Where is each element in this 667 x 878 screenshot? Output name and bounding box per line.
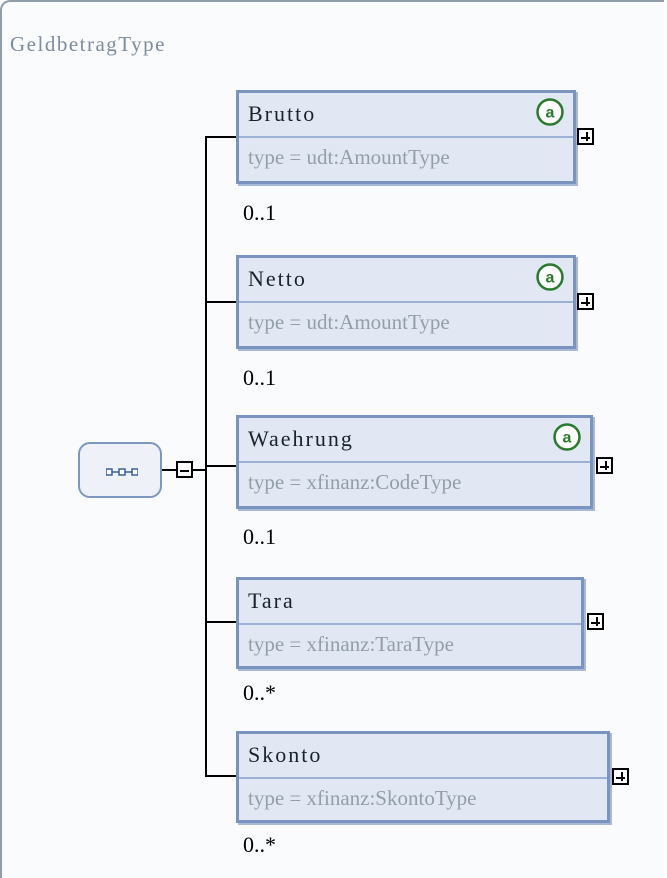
branch-line-waehrung — [205, 465, 236, 467]
sequence-trunk-line — [205, 136, 207, 777]
plus-box-icon — [604, 461, 607, 470]
element-name: Skonto — [248, 742, 323, 767]
element-name: Netto — [248, 266, 307, 291]
element-name: Brutto — [248, 101, 317, 126]
element-divider — [239, 301, 573, 303]
svg-text:a: a — [546, 105, 555, 122]
element-waehrung[interactable]: Waehrung a type = xfinanz:CodeType — [236, 415, 593, 509]
expand-brutto-toggle[interactable] — [577, 128, 594, 145]
element-netto[interactable]: Netto a type = udt:AmountType — [236, 255, 576, 349]
type-title: GeldbetragType — [10, 32, 166, 56]
element-name: Waehrung — [248, 426, 354, 451]
element-divider — [239, 623, 581, 625]
plus-box-icon — [620, 772, 623, 781]
element-type: type = xfinanz:SkontoType — [248, 786, 477, 810]
element-tara[interactable]: Tara type = xfinanz:TaraType — [236, 577, 584, 669]
cardinality-netto: 0..1 — [243, 365, 276, 390]
element-divider — [239, 461, 590, 463]
expand-waehrung-toggle[interactable] — [596, 457, 613, 474]
branch-line-netto — [205, 301, 236, 303]
element-type: type = xfinanz:TaraType — [248, 632, 454, 656]
branch-line-skonto — [205, 775, 236, 777]
cardinality-brutto: 0..1 — [243, 200, 276, 225]
cardinality-skonto: 0..* — [243, 832, 276, 857]
attribute-a-icon: a — [536, 98, 564, 126]
svg-text:a: a — [546, 270, 555, 287]
cardinality-tara: 0..* — [243, 680, 276, 705]
branch-line-tara — [205, 621, 236, 623]
expand-skonto-toggle[interactable] — [612, 768, 629, 785]
cardinality-waehrung: 0..1 — [243, 524, 276, 549]
minus-box-icon — [180, 469, 189, 472]
expand-netto-toggle[interactable] — [577, 293, 594, 310]
collapse-sequence-toggle[interactable] — [176, 461, 193, 478]
svg-text:a: a — [563, 430, 572, 447]
attribute-a-icon: a — [553, 423, 581, 451]
element-name: Tara — [248, 588, 295, 613]
element-type: type = udt:AmountType — [248, 310, 450, 334]
element-divider — [239, 136, 573, 138]
sequence-compositor-icon — [106, 468, 138, 476]
plus-box-icon — [595, 617, 598, 626]
complex-type-frame: GeldbetragType Brutto a type = udt:Amoun… — [0, 0, 664, 878]
plus-box-icon — [585, 297, 588, 306]
element-skonto[interactable]: Skonto type = xfinanz:SkontoType — [236, 731, 610, 823]
element-type: type = udt:AmountType — [248, 145, 450, 169]
expand-tara-toggle[interactable] — [587, 613, 604, 630]
element-brutto[interactable]: Brutto a type = udt:AmountType — [236, 90, 576, 184]
sequence-compositor[interactable] — [78, 442, 162, 498]
element-type: type = xfinanz:CodeType — [248, 470, 462, 494]
element-divider — [239, 777, 607, 779]
plus-box-icon — [585, 132, 588, 141]
attribute-a-icon: a — [536, 263, 564, 291]
compositor-link-line — [162, 469, 176, 471]
branch-line-brutto — [205, 136, 236, 138]
